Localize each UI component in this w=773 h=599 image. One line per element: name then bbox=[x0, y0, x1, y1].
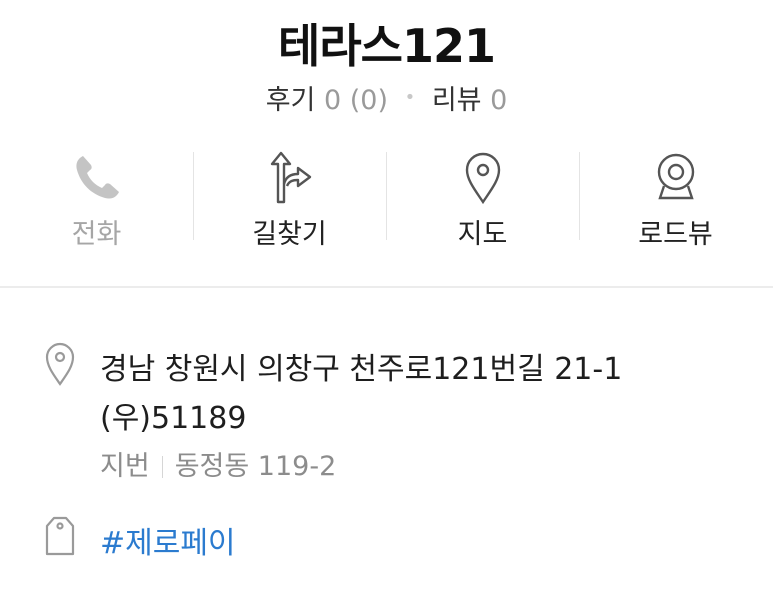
map-button[interactable]: 지도 bbox=[386, 150, 579, 250]
action-divider bbox=[193, 152, 194, 240]
reviews-count[interactable]: 0 (0) bbox=[324, 85, 388, 116]
tag-section: #제로페이 bbox=[0, 512, 773, 562]
blog-reviews-count[interactable]: 0 bbox=[490, 85, 507, 116]
road-address: 경남 창원시 의창구 천주로121번길 21-1 bbox=[100, 352, 623, 387]
location-pin-icon bbox=[44, 342, 76, 390]
phone-icon bbox=[0, 150, 193, 206]
directions-button[interactable]: 길찾기 bbox=[193, 150, 386, 250]
call-label: 전화 bbox=[71, 219, 122, 250]
zeropay-tag-link[interactable]: #제로페이 bbox=[100, 518, 236, 562]
action-divider bbox=[386, 152, 387, 240]
jibun-address: 지번 동정동 119-2 bbox=[100, 444, 336, 483]
directions-icon bbox=[193, 150, 386, 206]
map-label: 지도 bbox=[457, 219, 508, 250]
jibun-label: 지번 bbox=[100, 451, 150, 482]
blog-reviews-label[interactable]: 리뷰 bbox=[432, 85, 482, 116]
place-detail-page: 테라스121 후기 0 (0) • 리뷰 0 전화 길찾기 지도 로드뷰 경남 … bbox=[0, 0, 773, 599]
map-pin-icon bbox=[386, 150, 579, 206]
tag-icon bbox=[44, 516, 76, 560]
reviews-label[interactable]: 후기 bbox=[266, 85, 316, 116]
postal-code: (우)51189 bbox=[100, 401, 247, 436]
call-button[interactable]: 전화 bbox=[0, 150, 193, 250]
roadview-button[interactable]: 로드뷰 bbox=[579, 150, 772, 250]
jibun-separator bbox=[161, 456, 163, 478]
review-stats: 후기 0 (0) • 리뷰 0 bbox=[0, 78, 773, 117]
roadview-camera-icon bbox=[579, 150, 772, 206]
page-title: 테라스121 bbox=[278, 19, 496, 73]
directions-label: 길찾기 bbox=[252, 219, 327, 250]
jibun-value: 동정동 119-2 bbox=[174, 451, 337, 482]
stats-separator-dot: • bbox=[404, 87, 416, 108]
action-divider bbox=[579, 152, 580, 240]
roadview-label: 로드뷰 bbox=[638, 219, 713, 250]
section-divider bbox=[0, 286, 773, 288]
